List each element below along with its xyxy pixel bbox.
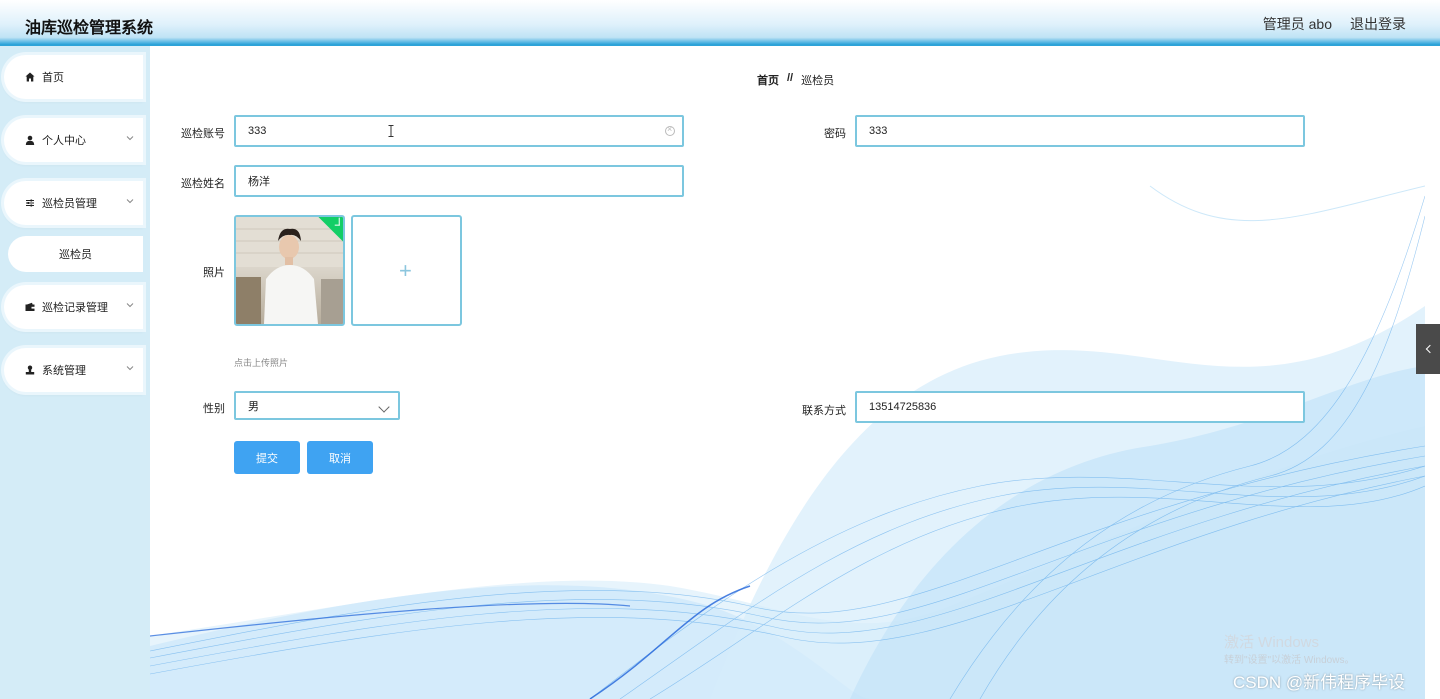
breadcrumb-current: 巡检员: [801, 75, 835, 87]
cancel-button[interactable]: 取消: [307, 441, 373, 474]
contact-value: 13514725836: [869, 401, 937, 413]
chevron-down-icon: [126, 303, 134, 308]
gender-value: 男: [248, 400, 259, 413]
photo-label: 照片: [203, 267, 225, 279]
sidebar-item-profile[interactable]: 个人中心: [4, 118, 143, 162]
home-icon: [24, 71, 36, 83]
sidebar: 首页 个人中心 巡检员管理 巡检员 巡检记录管理 系统管理: [0, 46, 150, 699]
person-photo-icon: [236, 217, 343, 324]
plus-icon: +: [399, 258, 412, 283]
wallet-icon: [24, 301, 36, 313]
side-panel-toggle[interactable]: [1416, 324, 1440, 374]
header-user-area: 管理员 abo 退出登录: [1263, 14, 1406, 34]
breadcrumb-home[interactable]: 首页: [757, 72, 779, 88]
sidebar-item-system-mgmt[interactable]: 系统管理: [4, 348, 143, 392]
app-title: 油库巡检管理系统: [25, 20, 154, 37]
name-input[interactable]: 杨洋: [234, 165, 684, 197]
sidebar-item-label: 巡检员管理: [42, 198, 97, 210]
gender-select[interactable]: 男: [234, 391, 400, 420]
submit-button[interactable]: 提交: [234, 441, 300, 474]
main-content: 首页 // 巡检员 巡检账号 333 密码 333 巡检姓名 杨洋 照片: [150, 46, 1425, 699]
chevron-down-icon: [126, 199, 134, 204]
sidebar-item-label: 系统管理: [42, 365, 86, 377]
person-stamp-icon: [24, 364, 36, 376]
csdn-watermark: CSDN @新伟程序毕设: [1233, 673, 1406, 692]
account-input[interactable]: 333: [234, 115, 684, 147]
windows-activation-subtitle: 转到"设置"以激活 Windows。: [1224, 655, 1355, 666]
sidebar-subitem-label: 巡检员: [59, 249, 92, 261]
uploaded-photo[interactable]: [234, 215, 345, 326]
contact-input[interactable]: 13514725836: [855, 391, 1305, 423]
password-value: 333: [869, 125, 888, 137]
user-icon: [24, 134, 36, 146]
sidebar-item-home[interactable]: 首页: [4, 55, 143, 99]
chevron-down-icon: [378, 401, 390, 413]
gender-label: 性别: [203, 403, 225, 415]
photo-upload-button[interactable]: +: [351, 215, 462, 326]
password-label: 密码: [824, 128, 846, 140]
current-user-label: 管理员 abo: [1262, 16, 1332, 32]
chevron-left-icon: [1425, 344, 1434, 354]
top-header: 油库巡检管理系统 管理员 abo 退出登录: [0, 0, 1440, 46]
breadcrumb-separator: //: [787, 72, 794, 84]
sidebar-item-label: 个人中心: [42, 135, 86, 147]
sidebar-item-label: 巡检记录管理: [42, 302, 108, 314]
sidebar-item-record-mgmt[interactable]: 巡检记录管理: [4, 285, 143, 329]
contact-label: 联系方式: [802, 405, 846, 417]
sidebar-item-label: 首页: [42, 72, 64, 84]
breadcrumb: 首页 // 巡检员: [757, 72, 834, 88]
account-value: 333: [248, 125, 267, 137]
sliders-icon: [24, 197, 36, 209]
password-input[interactable]: 333: [855, 115, 1305, 147]
windows-activation-title: 激活 Windows: [1224, 634, 1320, 651]
name-value: 杨洋: [248, 176, 270, 188]
logout-link[interactable]: 退出登录: [1350, 14, 1406, 34]
name-label: 巡检姓名: [181, 178, 225, 190]
clear-input-icon[interactable]: [665, 124, 675, 136]
text-cursor-icon: [388, 125, 394, 137]
photo-upload-hint: 点击上传照片: [234, 358, 289, 368]
account-label: 巡检账号: [181, 128, 225, 140]
chevron-down-icon: [126, 366, 134, 371]
sidebar-subitem-inspector[interactable]: 巡检员: [8, 236, 143, 272]
sidebar-item-inspector-mgmt[interactable]: 巡检员管理: [4, 181, 143, 225]
chevron-down-icon: [126, 136, 134, 141]
